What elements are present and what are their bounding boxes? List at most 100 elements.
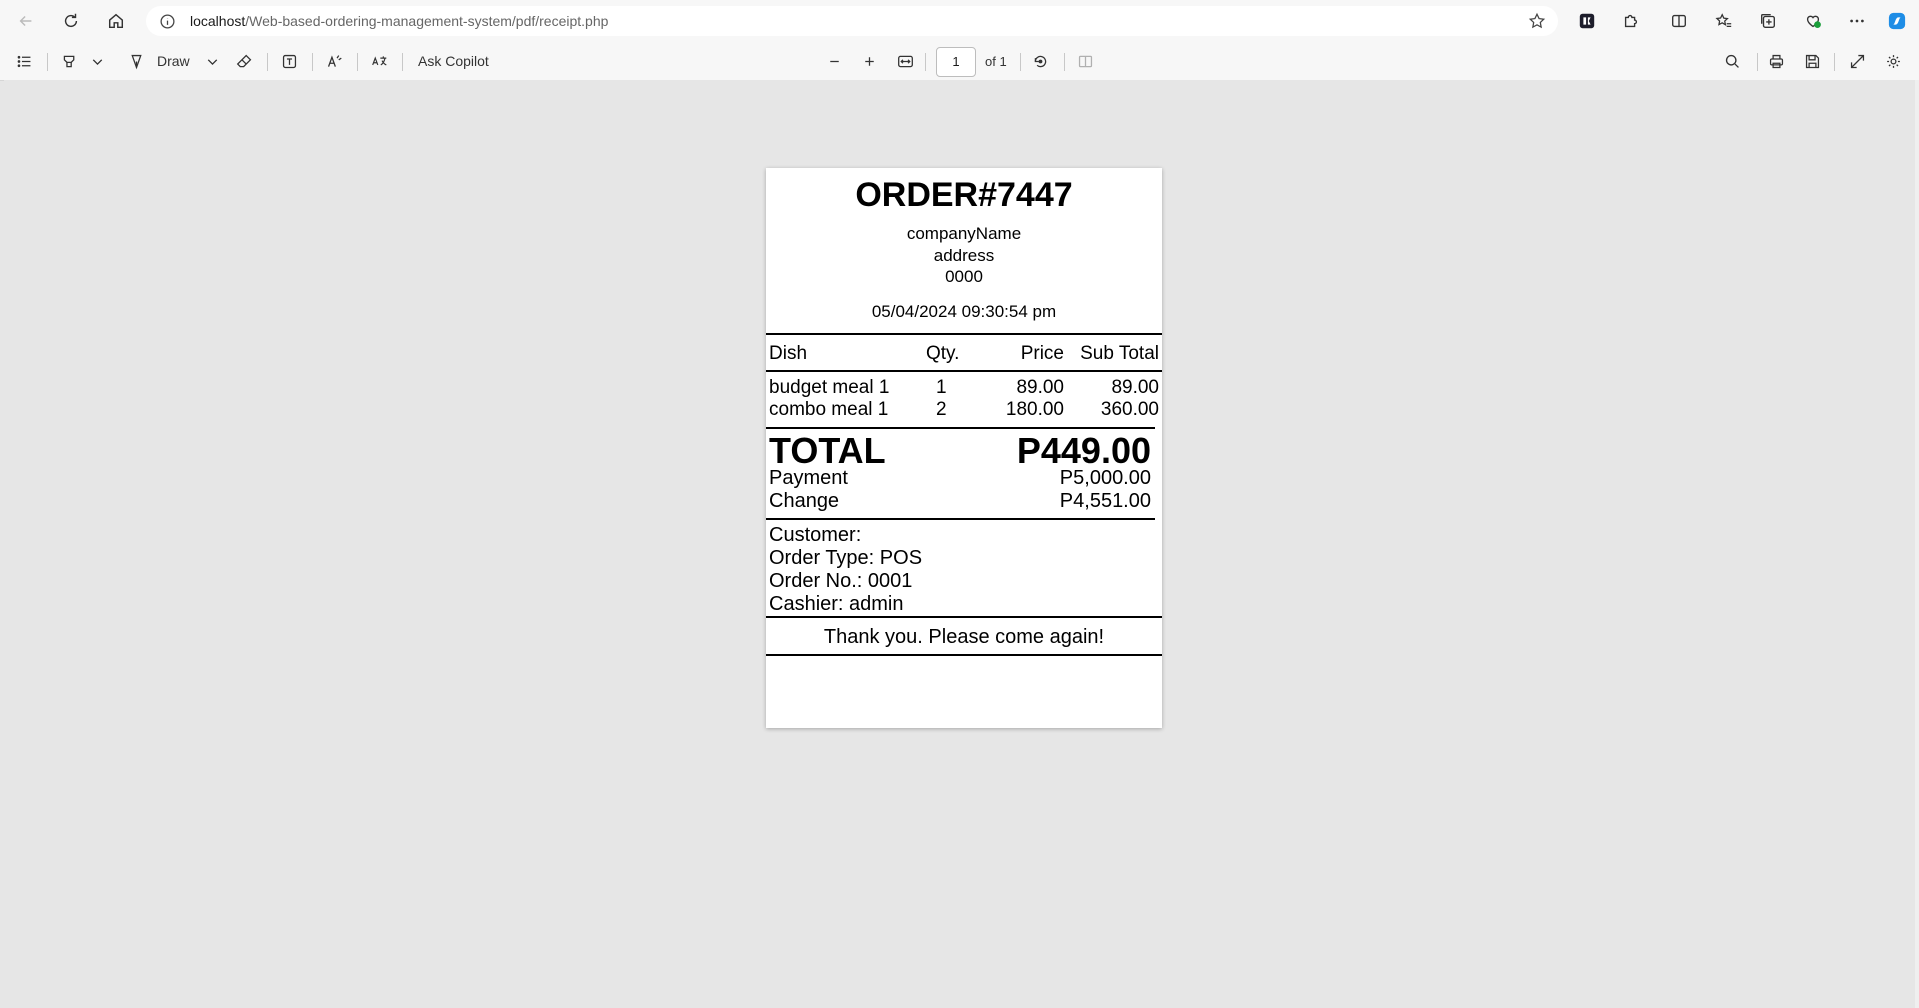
payment-value: P5,000.00 — [1059, 467, 1151, 489]
col-header-price: Price — [1020, 343, 1064, 364]
receipt-page: ORDER#7447 companyName address 0000 05/0… — [766, 168, 1162, 728]
divider-line — [766, 370, 1162, 372]
payment-label: Payment — [769, 467, 848, 489]
split-screen-icon — [1672, 14, 1686, 28]
change-label: Change — [769, 490, 840, 512]
item-price: 180.00 — [1005, 399, 1064, 420]
settings-button[interactable] — [1885, 42, 1902, 80]
browser-essentials-button[interactable] — [1800, 8, 1826, 34]
gear-icon — [1887, 54, 1900, 68]
search-icon — [1725, 54, 1739, 68]
draw-dropdown[interactable] — [204, 42, 221, 80]
item-dish: combo meal 1 — [769, 399, 889, 420]
zoom-in-button[interactable] — [861, 42, 878, 80]
cashier-line: Cashier: admin — [769, 593, 904, 615]
add-text-button[interactable] — [281, 42, 298, 80]
fit-width-icon — [898, 55, 913, 67]
contents-button[interactable] — [16, 42, 33, 80]
page-number-input[interactable]: 1 — [936, 47, 976, 77]
col-header-dish: Dish — [769, 343, 808, 364]
rotate-icon — [1034, 55, 1047, 67]
find-button[interactable] — [1724, 42, 1741, 80]
fit-to-width-button[interactable] — [897, 42, 914, 80]
toolbar-divider — [925, 53, 926, 71]
item-qty: 1 — [936, 377, 947, 398]
divider-line — [766, 427, 1155, 429]
split-screen-button[interactable] — [1666, 8, 1692, 34]
highlight-dropdown[interactable] — [89, 42, 106, 80]
company-phone: 0000 — [945, 267, 983, 286]
home-button[interactable] — [98, 3, 134, 39]
more-options-button[interactable] — [1844, 8, 1870, 34]
pdf-viewer-area[interactable]: ORDER#7447 companyName address 0000 05/0… — [4, 80, 1915, 1008]
total-value: P449.00 — [1016, 430, 1151, 471]
ask-copilot-button[interactable]: Ask Copilot — [418, 42, 489, 80]
zoom-out-button[interactable] — [826, 42, 843, 80]
order-number-line: Order No.: 0001 — [769, 570, 913, 592]
printer-icon — [1769, 54, 1784, 68]
browser-toolbar: localhost/Web-based-ordering-management-… — [0, 0, 1919, 42]
collections-icon — [1761, 14, 1775, 28]
translate-icon — [372, 55, 387, 65]
pen-icon — [131, 54, 142, 69]
col-header-qty: Qty. — [926, 343, 960, 364]
favorite-star-icon[interactable] — [1528, 12, 1546, 30]
open-in-window-button[interactable] — [1849, 42, 1866, 80]
draw-button[interactable]: Draw — [128, 42, 190, 80]
col-header-subtotal: Sub Total — [1080, 343, 1159, 364]
address-bar[interactable]: localhost/Web-based-ordering-management-… — [146, 6, 1558, 36]
url-text[interactable]: localhost/Web-based-ordering-management-… — [190, 13, 608, 29]
toolbar-divider — [1834, 53, 1835, 71]
toolbar-divider — [267, 53, 268, 71]
favorites-star-list-icon — [1715, 13, 1732, 28]
toolbar-divider — [402, 53, 403, 71]
favorites-button[interactable] — [1711, 8, 1737, 34]
divider-line — [766, 616, 1162, 618]
chevron-down-icon — [207, 58, 218, 65]
expand-icon — [1850, 54, 1865, 68]
heart-pulse-icon — [1806, 15, 1821, 28]
refresh-icon — [64, 13, 78, 28]
toolbar-divider — [357, 53, 358, 71]
page-view-button[interactable] — [1077, 42, 1094, 80]
print-button[interactable] — [1768, 42, 1785, 80]
item-subtotal: 89.00 — [1111, 377, 1159, 398]
divider-line — [766, 333, 1162, 335]
translate-button[interactable] — [371, 42, 388, 80]
extensions-button[interactable] — [1618, 8, 1644, 34]
order-type-line: Order Type: POS — [769, 547, 923, 569]
thank-you-message: Thank you. Please come again! — [823, 626, 1105, 648]
collections-button[interactable] — [1755, 8, 1781, 34]
erase-button[interactable] — [236, 42, 253, 80]
save-disk-icon — [1805, 54, 1820, 68]
order-title: ORDER#7447 — [855, 176, 1073, 214]
highlight-button[interactable] — [61, 42, 78, 80]
company-name: companyName — [906, 224, 1022, 243]
divider-line — [766, 518, 1155, 520]
toolbar-divider — [47, 53, 48, 71]
toolbar-divider — [1020, 53, 1021, 71]
read-aloud-button[interactable] — [326, 42, 343, 80]
two-page-icon — [1078, 55, 1093, 67]
copilot-button[interactable] — [1884, 8, 1910, 34]
more-dots-icon — [1850, 19, 1864, 23]
extension-reader-button[interactable] — [1574, 8, 1600, 34]
toolbar-divider — [312, 53, 313, 71]
page-count: of 1 — [985, 42, 1007, 80]
divider-line — [766, 654, 1162, 656]
draw-label: Draw — [157, 53, 190, 69]
site-info-icon[interactable] — [158, 12, 176, 30]
refresh-button[interactable] — [53, 3, 89, 39]
text-box-icon — [282, 54, 297, 68]
reader-extension-icon — [1579, 13, 1595, 29]
list-icon — [17, 55, 31, 67]
save-button[interactable] — [1804, 42, 1821, 80]
company-address: address — [933, 246, 995, 265]
item-dish: budget meal 1 — [769, 377, 890, 398]
item-price: 89.00 — [1016, 377, 1064, 398]
read-aloud-icon — [327, 54, 342, 67]
home-icon — [108, 13, 124, 29]
vertical-scrollbar[interactable] — [1915, 80, 1919, 1008]
back-button[interactable] — [8, 3, 44, 39]
rotate-button[interactable] — [1032, 42, 1049, 80]
